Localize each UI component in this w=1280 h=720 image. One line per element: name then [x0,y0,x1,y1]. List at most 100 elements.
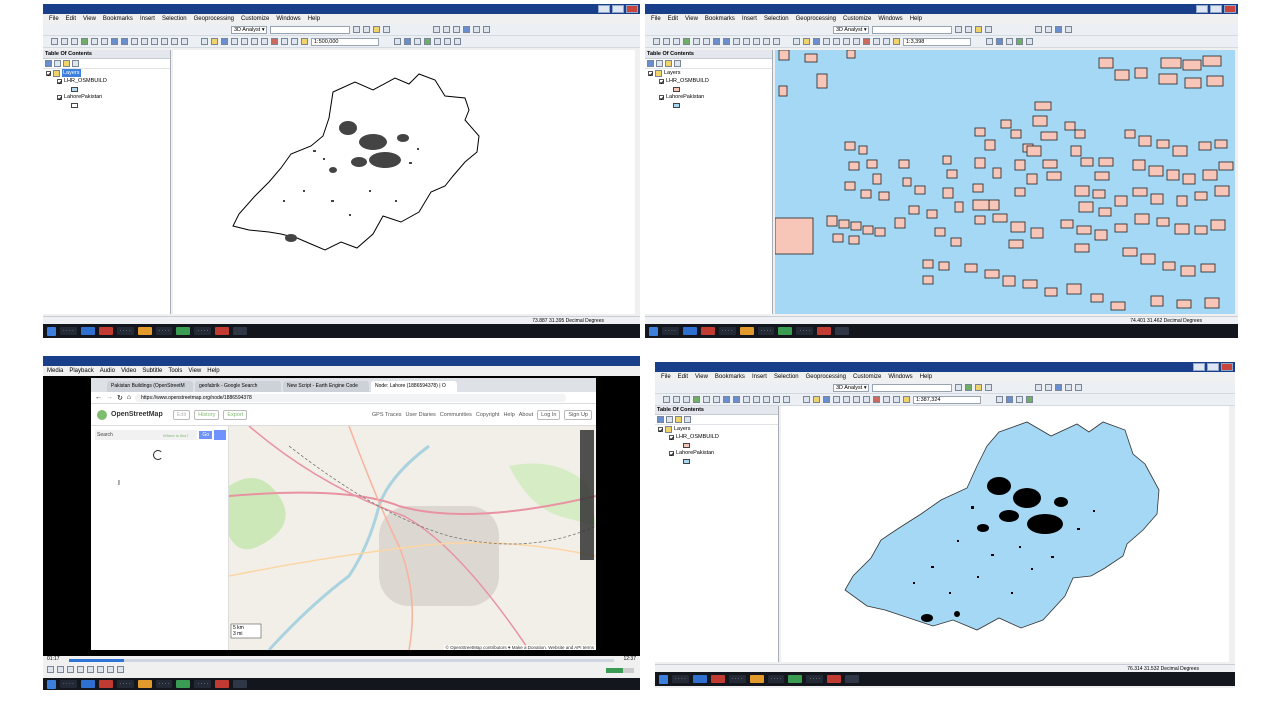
undo-icon[interactable] [883,396,890,403]
layer-visibility-checkbox[interactable] [57,94,62,100]
window-titlebar[interactable] [655,362,1235,372]
toc-layer-boundary[interactable]: LahorePakistan [645,93,772,101]
login-button[interactable]: Log In [537,409,561,420]
copy-icon[interactable] [843,38,850,45]
back-icon[interactable] [723,396,730,403]
identify-icon[interactable] [151,38,158,45]
redo-icon[interactable] [291,38,298,45]
tool-icon[interactable] [1065,384,1072,391]
signup-button[interactable]: Sign Up [564,409,592,420]
layer-visibility-checkbox[interactable] [57,78,62,84]
menu-view[interactable]: View [83,14,96,24]
tool-icon[interactable] [383,26,390,33]
tool-icon[interactable] [955,384,962,391]
list-by-selection-icon[interactable] [72,60,79,67]
taskbar-app[interactable]: · · · · [728,675,746,683]
new-icon[interactable] [201,38,208,45]
taskbar-app[interactable]: · · · · [155,680,173,688]
3d-analyst-dropdown[interactable]: 3D Analyst ▾ [833,25,869,34]
tool-icon[interactable] [975,26,982,33]
menu-file[interactable]: File [651,14,661,24]
tool-icon[interactable] [1016,396,1023,403]
taskbar-app[interactable] [682,327,697,335]
taskbar-app[interactable] [710,675,725,683]
menu-customize[interactable]: Customize [241,14,269,24]
redo-icon[interactable] [883,38,890,45]
menu-view[interactable]: View [685,14,698,24]
paste-icon[interactable] [853,38,860,45]
tool-icon[interactable] [1026,396,1033,403]
link-copyright[interactable]: Copyright [476,412,500,418]
new-icon[interactable] [803,396,810,403]
save-icon[interactable] [813,38,820,45]
menu-playback[interactable]: Playback [69,366,93,376]
menu-customize[interactable]: Customize [853,372,881,382]
tool-icon[interactable] [996,396,1003,403]
toc-group-layers[interactable]: Layers [645,69,772,77]
menu-geoprocessing[interactable]: Geoprocessing [806,372,846,382]
toc-layer-buildings[interactable]: LHR_OSMBUILD [645,77,772,85]
link-communities[interactable]: Communities [440,412,472,418]
window-titlebar[interactable] [43,4,640,14]
taskbar-app[interactable] [827,675,842,683]
tool-icon[interactable] [1075,384,1082,391]
layer-visibility-checkbox[interactable] [669,434,674,440]
tool-icon[interactable] [394,38,401,45]
taskbar-app[interactable] [739,327,754,335]
toc-group-layers[interactable]: Layers [655,425,778,433]
menu-selection[interactable]: Selection [162,14,187,24]
list-by-source-icon[interactable] [666,416,673,423]
menu-bookmarks[interactable]: Bookmarks [103,14,133,24]
measure-icon[interactable] [783,396,790,403]
paste-icon[interactable] [261,38,268,45]
list-by-source-icon[interactable] [656,60,663,67]
select-icon[interactable] [753,396,760,403]
taskbar-app[interactable]: · · · · [806,675,824,683]
taskbar-app[interactable] [215,327,230,335]
copy-icon[interactable] [853,396,860,403]
shuffle-icon[interactable] [117,666,124,673]
zoom-in-icon[interactable] [51,38,58,45]
menu-help[interactable]: Help [920,372,932,382]
expand-icon[interactable] [648,70,653,76]
expand-icon[interactable] [46,70,51,76]
tool-icon[interactable] [693,38,700,45]
layer-symbol[interactable] [673,102,680,108]
edit-button[interactable]: Edit [172,409,191,420]
window-titlebar[interactable] [43,356,640,366]
taskbar-app[interactable] [80,680,95,688]
directions-icon[interactable] [214,430,226,440]
cut-icon[interactable] [833,38,840,45]
add-data-icon[interactable] [301,38,308,45]
taskbar-app[interactable] [176,680,191,688]
taskbar-app[interactable]: · · · · [194,327,212,335]
layer-visibility-checkbox[interactable] [659,94,664,100]
toc-layer-boundary[interactable]: LahorePakistan [655,449,778,457]
menu-view[interactable]: View [695,372,708,382]
tool-icon[interactable] [1035,384,1042,391]
menu-edit[interactable]: Edit [66,14,76,24]
tool-icon[interactable] [131,38,138,45]
pan-icon[interactable] [673,38,680,45]
taskbar-app[interactable] [80,327,95,335]
tool-icon[interactable] [763,38,770,45]
link-about[interactable]: About [519,412,533,418]
tool-icon[interactable] [424,38,431,45]
osm-logo-text[interactable]: OpenStreetMap [111,411,163,418]
zoom-out-icon[interactable] [673,396,680,403]
tool-icon[interactable] [433,26,440,33]
list-by-drawing-order-icon[interactable] [657,416,664,423]
playlist-icon[interactable] [97,666,104,673]
menu-tools[interactable]: Tools [168,366,182,376]
tool-icon[interactable] [1006,396,1013,403]
fullscreen-icon[interactable] [87,666,94,673]
map-view[interactable] [775,50,1235,314]
full-extent-icon[interactable] [683,38,690,45]
close-icon[interactable] [1221,363,1233,371]
delete-icon[interactable] [863,38,870,45]
home-icon[interactable]: ⌂ [127,394,131,401]
tool-icon[interactable] [965,384,972,391]
layer-symbol[interactable] [71,86,78,92]
tool-icon[interactable] [985,26,992,33]
menu-edit[interactable]: Edit [678,372,688,382]
